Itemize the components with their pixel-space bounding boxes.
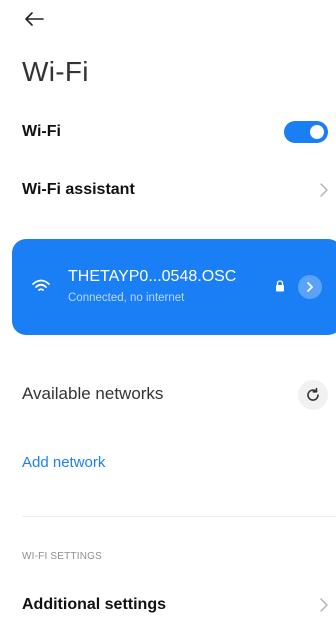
chevron-right-icon — [320, 183, 328, 197]
divider — [22, 516, 336, 517]
add-network-link[interactable]: Add network — [22, 454, 105, 471]
wifi-toggle-label: Wi-Fi — [22, 123, 61, 140]
back-button[interactable] — [22, 8, 46, 30]
wifi-icon — [32, 279, 50, 291]
arrow-left-icon — [25, 12, 44, 26]
wifi-settings-caption: WI-FI SETTINGS — [22, 551, 103, 562]
chevron-right-icon — [320, 598, 328, 612]
available-networks-label: Available networks — [22, 384, 164, 403]
additional-settings-row[interactable]: Additional settings — [0, 590, 336, 618]
network-status: Connected, no internet — [68, 292, 185, 304]
refresh-icon — [307, 387, 319, 401]
network-details-button[interactable] — [298, 275, 322, 299]
wifi-toggle-row[interactable]: Wi-Fi — [0, 116, 336, 148]
wifi-settings-screen: Wi-Fi Wi-Fi Wi-Fi assistant THETAYP0...0… — [0, 0, 336, 618]
toggle-knob — [310, 125, 324, 139]
page-title: Wi-Fi — [22, 56, 89, 87]
chevron-right-icon — [307, 282, 313, 292]
network-name: THETAYP0...0548.OSC — [68, 268, 237, 285]
lock-icon — [276, 280, 284, 292]
connected-network-card[interactable]: THETAYP0...0548.OSC Connected, no intern… — [12, 239, 336, 335]
wifi-assistant-label: Wi-Fi assistant — [22, 181, 135, 198]
wifi-assistant-row[interactable]: Wi-Fi assistant — [0, 174, 336, 206]
wifi-toggle-switch[interactable] — [284, 121, 328, 143]
refresh-button[interactable] — [298, 380, 328, 410]
additional-settings-label: Additional settings — [22, 596, 166, 613]
